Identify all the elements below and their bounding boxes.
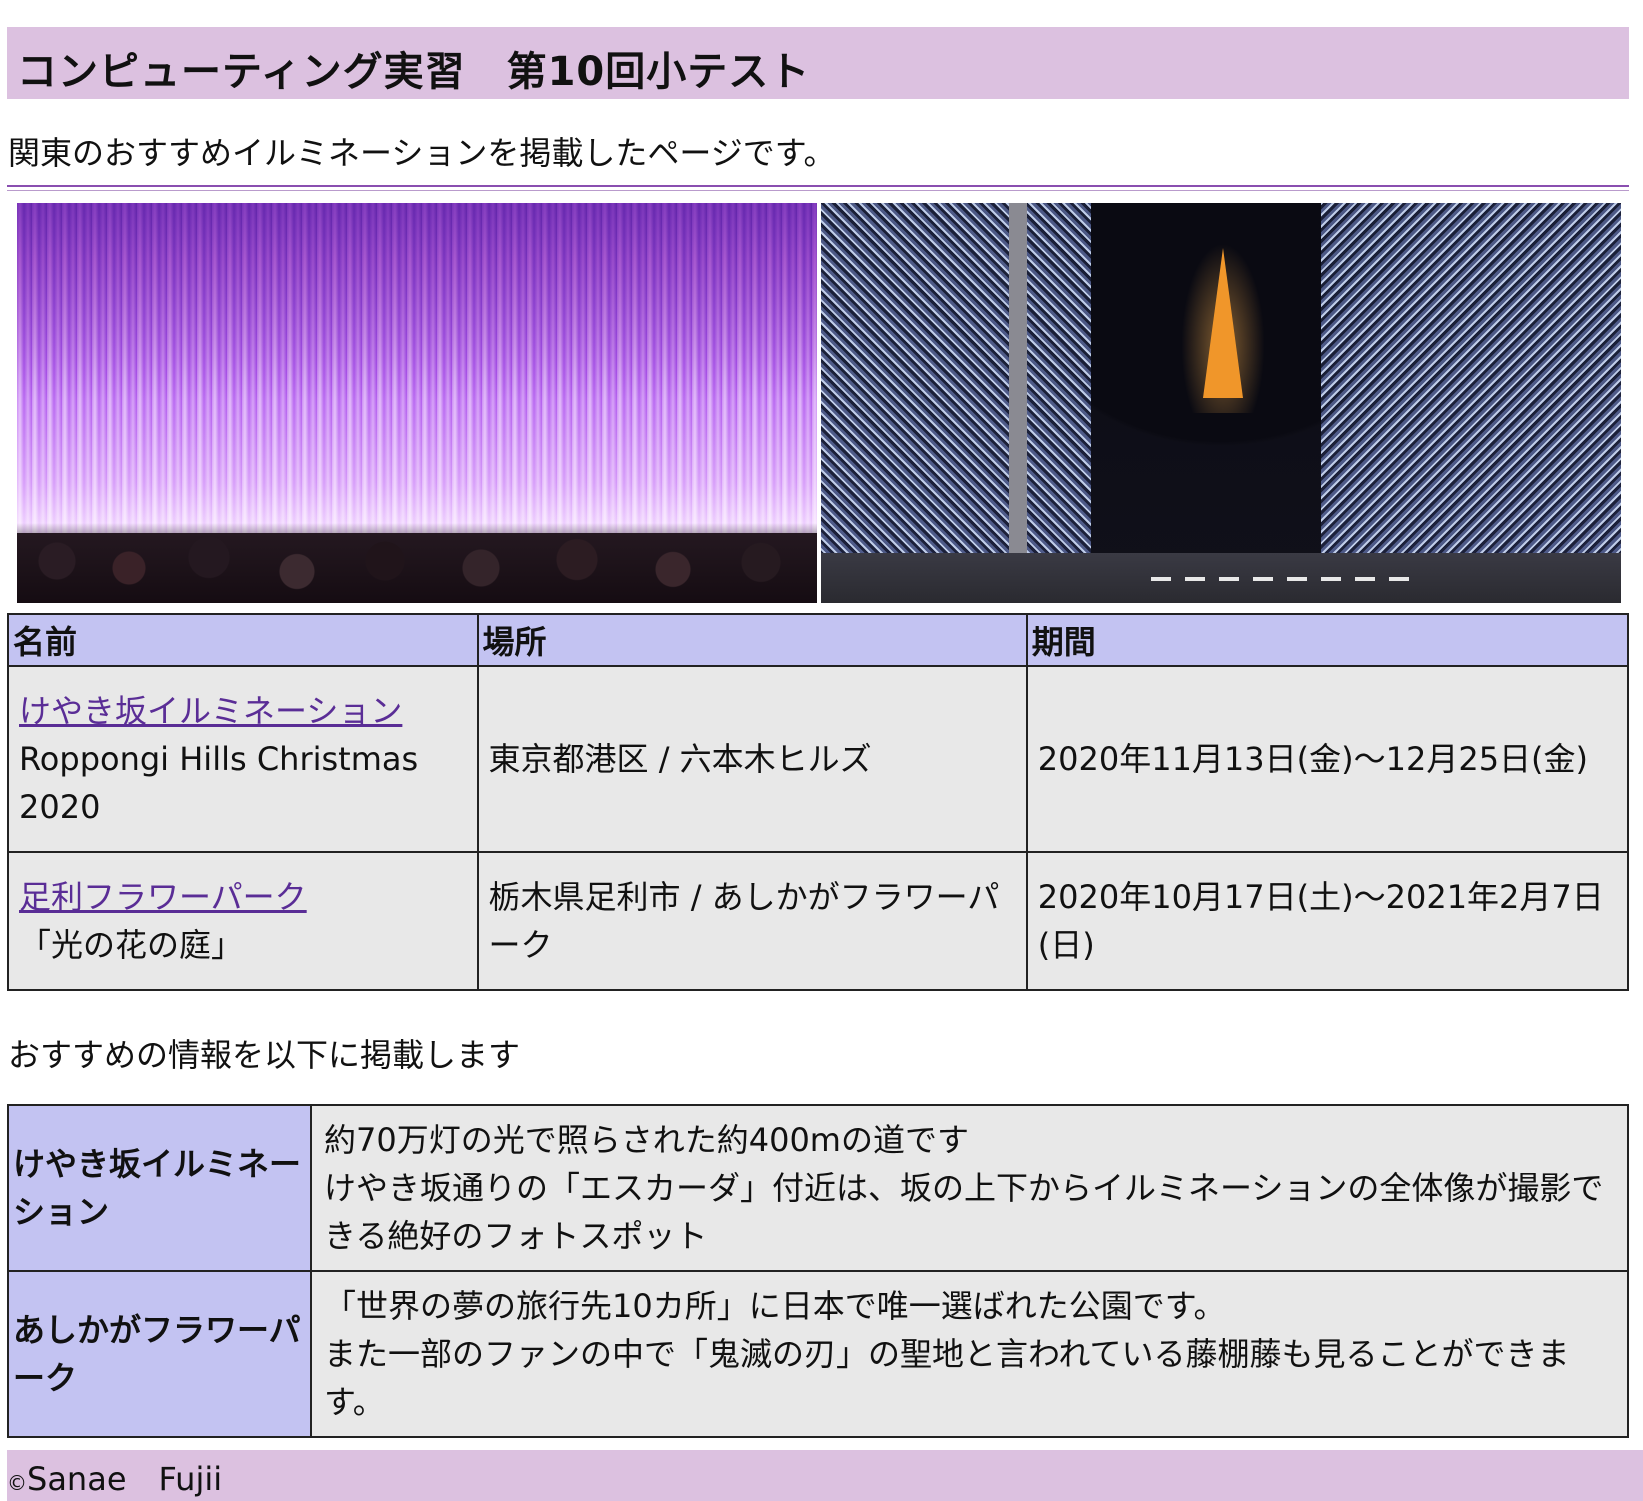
recommend-desc: 約70万灯の光で照らされた約400mの道です けやき坂通りの「エスカーダ」付近は… (310, 1104, 1629, 1272)
place-cell: 東京都港区 / 六本木ヒルズ (476, 665, 1028, 853)
name-cell: 足利フラワーパーク 「光の花の庭」 (7, 851, 479, 991)
table-row: あしかがフラワーパーク 「世界の夢の旅行先10カ所」に日本で唯一選ばれた公園です… (7, 1270, 1629, 1438)
table-row: 足利フラワーパーク 「光の花の庭」 栃木県足利市 / あしかがフラワーパーク 2… (7, 851, 1630, 991)
table-row: けやき坂イルミネーション Roppongi Hills Christmas 20… (7, 665, 1630, 853)
illumination-table: 名前 場所 期間 けやき坂イルミネーション Roppongi Hills Chr… (7, 613, 1630, 991)
illuminated-trees-left (821, 203, 1091, 573)
tokyo-tower (1203, 248, 1243, 398)
table-row: けやき坂イルミネーション 約70万灯の光で照らされた約400mの道です けやき坂… (7, 1104, 1629, 1272)
crosswalk (1151, 577, 1411, 581)
author-name: Sanae Fujii (27, 1460, 223, 1498)
desc-line: 約70万灯の光で照らされた約400mの道です (324, 1121, 969, 1159)
desc-line: また一部のファンの中で「鬼滅の刃」の聖地と言われている藤棚藤も見ることができます… (324, 1335, 1570, 1421)
page: コンピューティング実習 第10回小テスト 関東のおすすめイルミネーションを掲載し… (0, 0, 1643, 1501)
street-pole (1009, 203, 1027, 573)
wisteria-photo (17, 203, 817, 603)
table-header-row: 名前 場所 期間 (7, 613, 1630, 667)
copyright-symbol: © (7, 1471, 27, 1495)
copyright: ©Sanae Fujii (7, 1454, 222, 1500)
name-subtitle: 「光の花の庭」 (19, 926, 244, 964)
keyakizaka-link[interactable]: けやき坂イルミネーション (19, 692, 402, 730)
period-cell: 2020年11月13日(金)〜12月25日(金) (1025, 665, 1630, 853)
desc-line: けやき坂通りの「エスカーダ」付近は、坂の上下からイルミネーションの全体像が撮影で… (324, 1169, 1604, 1255)
divider (7, 185, 1629, 187)
column-header-name: 名前 (7, 613, 479, 667)
keyakizaka-photo (821, 203, 1621, 603)
crowd-silhouette (17, 533, 817, 603)
recommend-intro: おすすめの情報を以下に掲載します (8, 1036, 521, 1074)
name-subtitle: Roppongi Hills Christmas 2020 (19, 740, 419, 826)
place-cell: 栃木県足利市 / あしかがフラワーパーク (476, 851, 1028, 991)
illuminated-trees-right (1321, 203, 1621, 573)
name-cell: けやき坂イルミネーション Roppongi Hills Christmas 20… (7, 665, 479, 853)
recommend-desc: 「世界の夢の旅行先10カ所」に日本で唯一選ばれた公園です。 また一部のファンの中… (310, 1270, 1629, 1438)
title-bar: コンピューティング実習 第10回小テスト (7, 27, 1629, 99)
period-cell: 2020年10月17日(土)〜2021年2月7日(日) (1025, 851, 1630, 991)
divider-shadow (7, 190, 1629, 191)
recommend-table: けやき坂イルミネーション 約70万灯の光で照らされた約400mの道です けやき坂… (7, 1104, 1629, 1438)
column-header-period: 期間 (1025, 613, 1630, 667)
footer: ©Sanae Fujii (7, 1450, 1643, 1501)
desc-line: 「世界の夢の旅行先10カ所」に日本で唯一選ばれた公園です。 (324, 1287, 1226, 1325)
page-title: コンピューティング実習 第10回小テスト (17, 49, 811, 95)
recommend-name: けやき坂イルミネーション (7, 1104, 312, 1272)
column-header-place: 場所 (476, 613, 1028, 667)
ashikaga-link[interactable]: 足利フラワーパーク (19, 878, 307, 916)
wisteria-glow (17, 203, 817, 533)
intro-text: 関東のおすすめイルミネーションを掲載したページです。 (8, 134, 836, 172)
recommend-name: あしかがフラワーパーク (7, 1270, 312, 1438)
